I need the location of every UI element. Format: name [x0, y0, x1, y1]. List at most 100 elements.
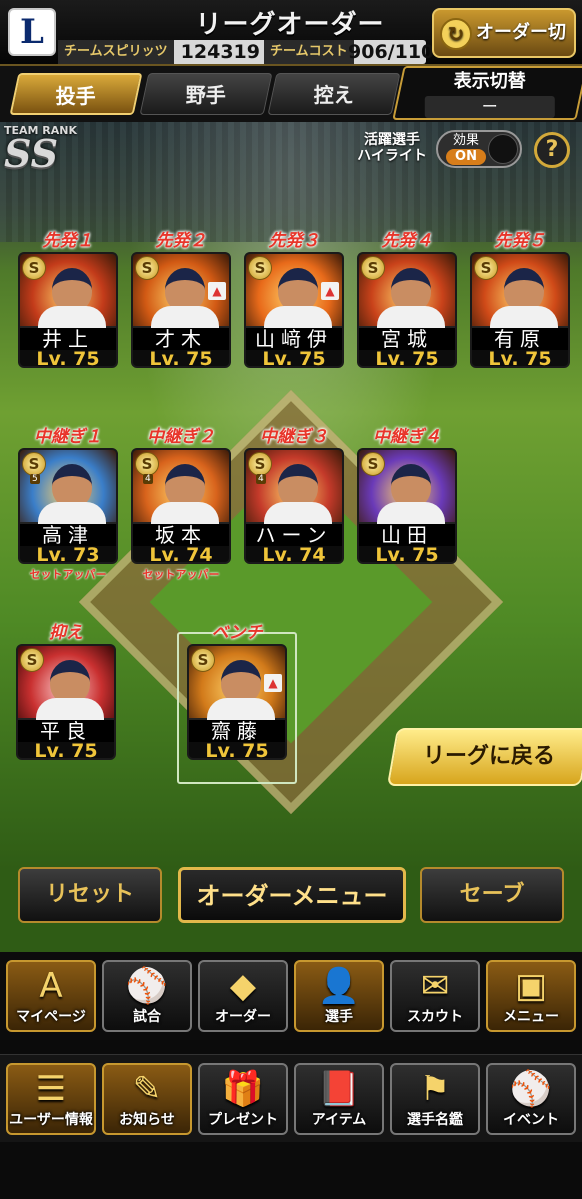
header-bar: L リーグオーダー チームスピリッツ 124319 チームコスト 906/110…: [0, 0, 582, 89]
nav-button[interactable]: A マイページ: [6, 960, 96, 1032]
help-icon[interactable]: ?: [534, 132, 570, 168]
nav-label: お知らせ: [119, 1112, 175, 1128]
bench-slot[interactable]: ベンチ S ▲ 齋藤 Lv. 75: [187, 622, 287, 760]
player-level: Lv. 75: [133, 350, 229, 366]
nav-button[interactable]: ▣ メニュー: [486, 960, 576, 1032]
team-cost-value: 906/1104: [348, 41, 448, 63]
nav-label: アイテム: [311, 1112, 367, 1128]
rarity-badge: S: [22, 452, 46, 476]
pitcher-slot[interactable]: 中継ぎ１ S 5 高津 Lv. 73 セットアッパー: [18, 426, 118, 582]
nav-button[interactable]: 👤 選手: [294, 960, 384, 1032]
pitcher-slot[interactable]: 中継ぎ４ S 山田 Lv. 75: [357, 426, 457, 566]
rarity-badge: S: [135, 452, 159, 476]
pitcher-slot[interactable]: 先発４ S 宮城 Lv. 75: [357, 230, 457, 368]
player-card[interactable]: S 5 高津 Lv. 73: [18, 448, 118, 564]
nav-button[interactable]: ⚾ 試合: [102, 960, 192, 1032]
nav-label: プレゼント: [208, 1112, 278, 1128]
tab-pitcher[interactable]: 投手: [9, 73, 143, 115]
display-toggle-value: ー: [424, 96, 555, 118]
player-card[interactable]: S 井上 Lv. 75: [18, 252, 118, 368]
player-level: Lv. 75: [246, 350, 342, 366]
closer-slot[interactable]: 抑え S 平良 Lv. 75: [16, 622, 116, 760]
rarity-badge: S: [361, 256, 385, 280]
pitcher-slot[interactable]: 先発３ S ▲ 山﨑伊 Lv. 75: [244, 230, 344, 368]
nav-icon: ✉: [420, 966, 450, 1006]
role-label: セットアッパー: [29, 568, 107, 581]
player-level: Lv. 75: [359, 546, 455, 562]
nav-label: 試合: [133, 1009, 161, 1025]
pitcher-slot[interactable]: 先発１ S 井上 Lv. 75: [18, 230, 118, 368]
player-name: ハーン: [246, 524, 342, 546]
role-label: セットアッパー: [142, 568, 220, 581]
pitcher-slot[interactable]: 先発５ S 有原 Lv. 75: [470, 230, 570, 368]
player-name: 才木: [133, 328, 229, 350]
nav-button[interactable]: ⚑ 選手名鑑: [390, 1063, 480, 1135]
order-switch-button[interactable]: ↻ オーダー切替: [432, 8, 576, 89]
rarity-sub-badge: 5: [30, 474, 40, 484]
upgrade-arrow-icon: ▲: [264, 674, 282, 692]
rarity-badge: S: [474, 256, 498, 280]
effect-label: 効果: [452, 133, 479, 148]
rarity-badge: S: [22, 256, 46, 280]
nav-button[interactable]: ✎ お知らせ: [102, 1063, 192, 1135]
highlight-label: 活躍選手 ハイライト: [357, 132, 427, 164]
slot-label: 先発３: [268, 231, 320, 251]
player-name: 平良: [18, 720, 114, 742]
save-button[interactable]: セーブ: [420, 867, 564, 923]
reset-button[interactable]: リセット: [18, 867, 162, 923]
nav-button[interactable]: ☰ ユーザー情報: [6, 1063, 96, 1135]
team-stats-bar: チームスピリッツ 124319 チームコスト 906/1104: [58, 40, 448, 64]
player-card[interactable]: S 山田 Lv. 75: [357, 448, 457, 564]
pitcher-slot[interactable]: 中継ぎ３ S 4 ハーン Lv. 74: [244, 426, 344, 566]
player-card[interactable]: S 宮城 Lv. 75: [357, 252, 457, 368]
player-card[interactable]: S 4 坂本 Lv. 74: [131, 448, 231, 564]
team-cost-label: チームコスト: [264, 40, 354, 64]
player-card[interactable]: S ▲ 才木 Lv. 75: [131, 252, 231, 368]
nav-icon: ⚑: [419, 1069, 451, 1109]
nav-icon: ⚾: [125, 966, 169, 1006]
nav-button[interactable]: ⚾ イベント: [486, 1063, 576, 1135]
rarity-sub-badge: 4: [256, 474, 266, 484]
slot-label: 中継ぎ２: [147, 427, 215, 447]
player-name: 齋藤: [189, 720, 285, 742]
pitcher-slot[interactable]: 先発２ S ▲ 才木 Lv. 75: [131, 230, 231, 368]
nav-button[interactable]: ◆ オーダー: [198, 960, 288, 1032]
nav-label: スカウト: [407, 1009, 463, 1025]
player-level: Lv. 75: [18, 742, 114, 758]
nav-label: マイページ: [16, 1009, 86, 1025]
slot-label: 先発２: [155, 231, 207, 251]
player-card[interactable]: S 4 ハーン Lv. 74: [244, 448, 344, 564]
back-to-league-button[interactable]: リーグに戻る: [386, 728, 582, 786]
tab-fielder[interactable]: 野手: [139, 73, 273, 115]
player-card[interactable]: S 有原 Lv. 75: [470, 252, 570, 368]
upgrade-arrow-icon: ▲: [321, 282, 339, 300]
nav-icon: ◆: [229, 966, 257, 1006]
nav-label: ユーザー情報: [9, 1112, 93, 1128]
order-menu-button[interactable]: オーダーメニュー: [178, 867, 406, 923]
player-level: Lv. 75: [472, 350, 568, 366]
player-level: Lv. 75: [189, 742, 285, 758]
effect-toggle[interactable]: 効果 ON: [436, 130, 522, 168]
player-card[interactable]: S 平良 Lv. 75: [16, 644, 116, 760]
nav-button[interactable]: ✉ スカウト: [390, 960, 480, 1032]
slot-label: 中継ぎ３: [260, 427, 328, 447]
player-name: 井上: [20, 328, 116, 350]
display-toggle-title: 表示切替: [453, 71, 526, 92]
player-card[interactable]: S ▲ 齋藤 Lv. 75: [187, 644, 287, 760]
display-toggle-button[interactable]: 表示切替 ー: [392, 66, 582, 120]
player-level: Lv. 74: [246, 546, 342, 562]
player-card[interactable]: S ▲ 山﨑伊 Lv. 75: [244, 252, 344, 368]
nav-icon: 🎁: [221, 1069, 265, 1109]
nav-button[interactable]: 📕 アイテム: [294, 1063, 384, 1135]
rarity-badge: S: [20, 648, 44, 672]
pitcher-slot[interactable]: 中継ぎ２ S 4 坂本 Lv. 74 セットアッパー: [131, 426, 231, 582]
rarity-badge: S: [248, 452, 272, 476]
tab-reserve[interactable]: 控え: [267, 73, 401, 115]
slot-label: 先発１: [42, 231, 94, 251]
nav-button[interactable]: 🎁 プレゼント: [198, 1063, 288, 1135]
sub-nav-row: ☰ ユーザー情報 ✎ お知らせ 🎁 プレゼント 📕 アイテム ⚑ 選手名鑑 ⚾ イベント: [0, 1054, 582, 1142]
rarity-badge: S: [361, 452, 385, 476]
nav-label: 選手名鑑: [407, 1112, 463, 1128]
player-level: Lv. 75: [359, 350, 455, 366]
closer-slot-label: 抑え: [49, 623, 83, 643]
